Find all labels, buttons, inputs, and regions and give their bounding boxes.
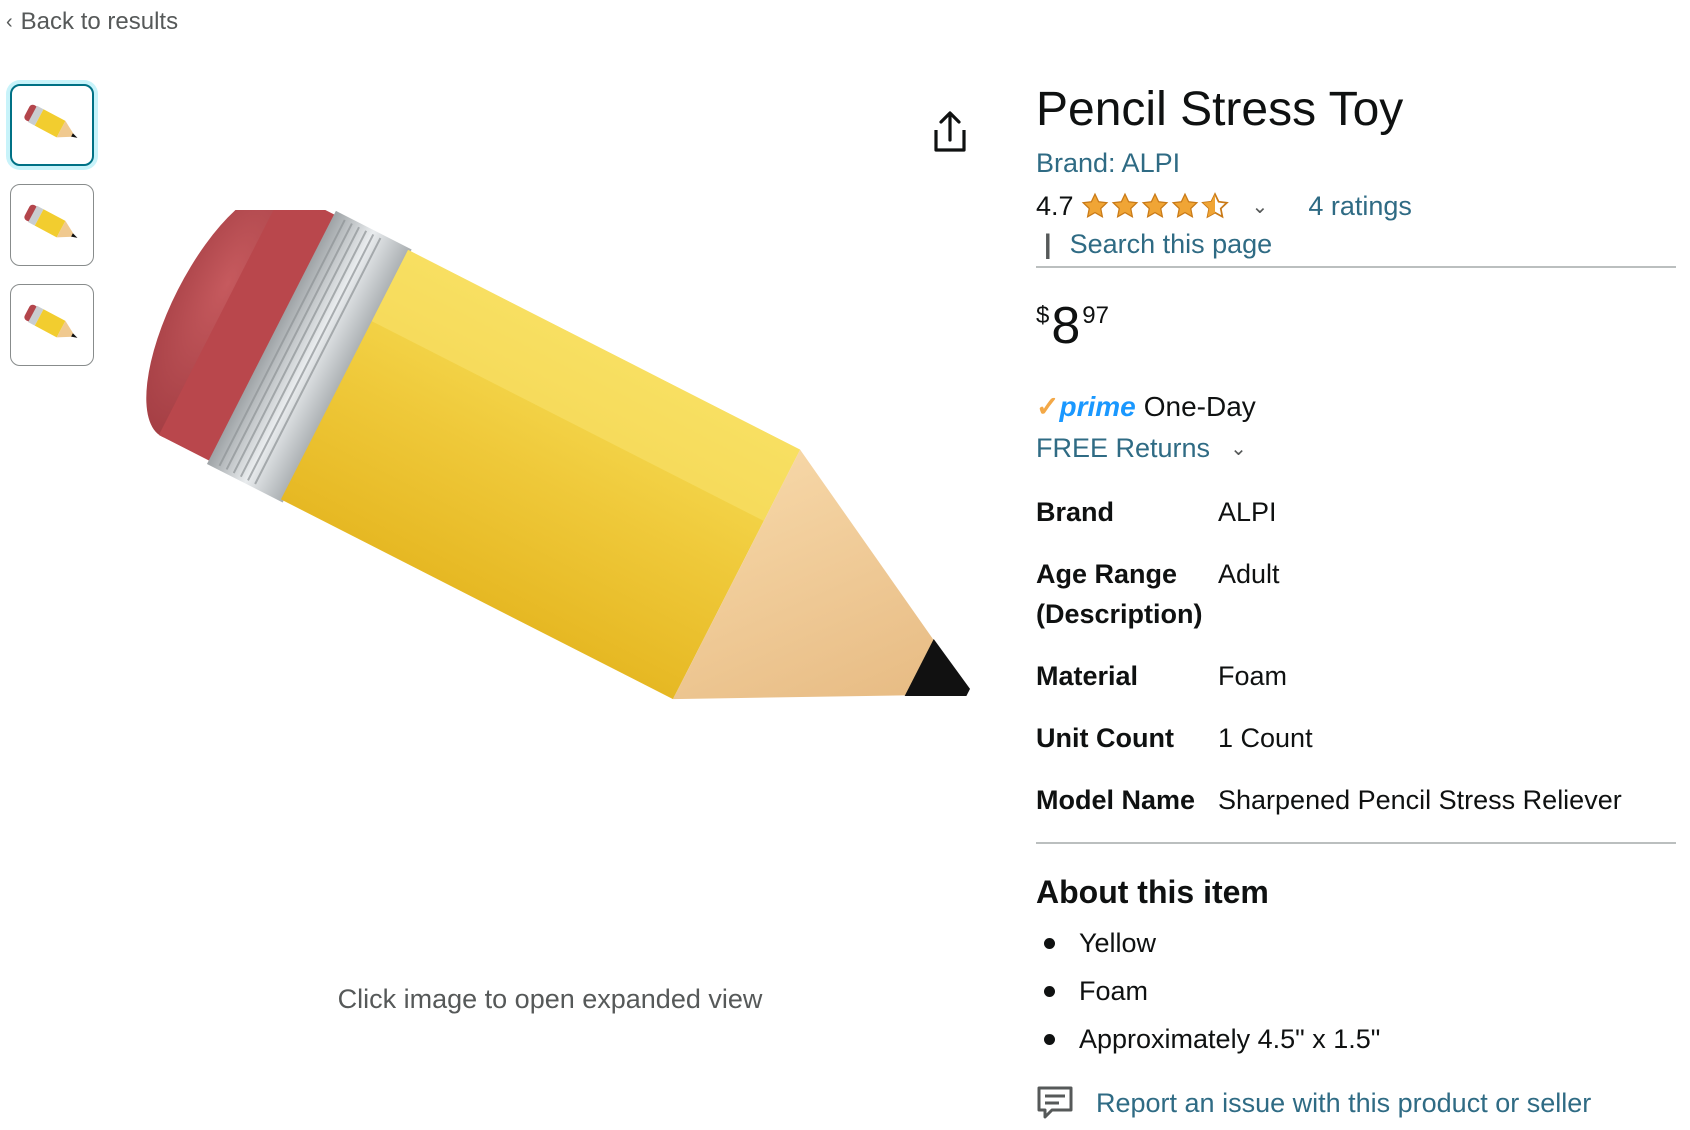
back-label: Back to results [20,8,179,35]
bullet-text: Foam [1079,976,1149,1006]
about-this-item-heading: About this item [1036,874,1269,910]
report-issue-link[interactable]: Report an issue with this product or sel… [1036,1085,1676,1121]
expand-image-hint: Click image to open expanded view [337,984,763,1014]
rating-row: 4.7 ⌄ 4 ratings [1036,189,1676,223]
list-item: Foam [1036,967,1676,1015]
separator: | [1044,229,1052,259]
share-icon[interactable] [928,108,972,156]
star-icon [1081,192,1108,218]
about-bullets: Yellow Foam Approximately 4.5" x 1.5" [1036,919,1676,1063]
spec-row: Age Range (Description) Adult [1036,554,1676,656]
star-icon [1171,192,1198,218]
spec-value: Foam [1218,661,1288,691]
star-icon [1141,192,1168,218]
prime-badge: ✓ prime One-Day [1036,390,1676,423]
star-icon [1111,192,1138,218]
product-title: Pencil Stress Toy [1036,83,1404,136]
thumbnail-2[interactable] [10,184,94,266]
bullet-dot [1044,985,1055,997]
list-item: Approximately 4.5" x 1.5" [1036,1015,1676,1063]
spec-row: Brand ALPI [1036,492,1676,554]
chevron-down-icon[interactable]: ⌄ [1252,194,1269,219]
spec-row: Material Foam [1036,656,1676,718]
price-whole: 8 [1051,297,1081,355]
spec-key: Material [1036,661,1139,691]
chevron-down-icon: ⌄ [1230,438,1247,460]
product-main-image[interactable] [100,210,1005,840]
spec-value: ALPI [1218,497,1277,527]
pencil-thumbnail-image [24,204,78,238]
search-this-page-row: | Search this page [1036,229,1676,268]
prime-logo: prime [1059,390,1136,422]
price-fraction: 97 [1082,302,1109,329]
back-to-results-link[interactable]: ‹ Back to results [6,8,178,36]
spec-value: Adult [1218,559,1280,589]
product-specs-table: Brand ALPI Age Range (Description) Adult… [1036,492,1676,844]
report-issue-label: Report an issue with this product or sel… [1096,1087,1592,1118]
spec-key: Brand [1036,497,1115,527]
spec-value: 1 Count [1218,723,1313,753]
list-item: Yellow [1036,919,1676,967]
price: $ 8 97 [1036,300,1676,358]
ratings-count-link[interactable]: 4 ratings [1308,191,1412,222]
spec-key: Unit Count [1036,723,1174,753]
half-star-icon [1200,192,1229,219]
bullet-text: Yellow [1079,928,1157,958]
spec-row: Unit Count 1 Count [1036,718,1676,780]
spec-value: Sharpened Pencil Stress Reliever [1218,785,1622,815]
spec-key: Age Range (Description) [1036,559,1203,629]
search-this-page-link[interactable]: Search this page [1070,229,1273,260]
rating-value: 4.7 [1036,190,1074,221]
bullet-dot [1044,937,1055,949]
free-returns-link[interactable]: FREE Returns ⌄ [1036,433,1676,464]
product-details: Pencil Stress Toy Brand: ALPI 4.7 ⌄ 4 ra… [1036,80,1676,1121]
brand-link[interactable]: Brand: ALPI [1036,148,1180,179]
spec-row: Model Name Sharpened Pencil Stress Relie… [1036,780,1676,843]
bullet-dot [1044,1033,1055,1045]
thumbnail-3[interactable] [10,284,94,366]
prime-delivery-text: One-Day [1143,390,1256,422]
chevron-left-icon: ‹ [6,10,13,33]
pencil-thumbnail-image [24,304,78,338]
pencil-thumbnail-image [24,104,78,138]
spec-key: Model Name [1036,785,1196,815]
price-symbol: $ [1036,302,1050,329]
bullet-text: Approximately 4.5" x 1.5" [1079,1024,1381,1054]
feedback-icon [1037,1086,1073,1119]
star-rating[interactable] [1080,191,1230,221]
thumbnail-1[interactable] [10,84,94,166]
thumbnail-list [10,84,94,366]
prime-check-icon: ✓ [1036,391,1060,422]
free-returns-label: FREE Returns [1036,433,1211,463]
